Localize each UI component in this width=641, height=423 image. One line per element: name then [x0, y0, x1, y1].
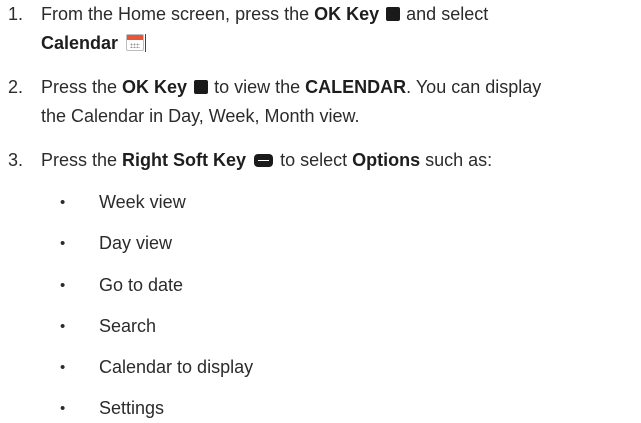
step-text-segment: the Calendar in Day, Week, Month view. — [41, 106, 360, 126]
step-text-segment: Press the — [41, 150, 123, 170]
bullet-icon: • — [60, 194, 66, 211]
step-text-segment: From the Home screen, press the — [41, 4, 315, 24]
bullet-icon: • — [60, 318, 66, 335]
option-label: Week view — [99, 192, 186, 212]
key-name: OK Key — [314, 4, 380, 24]
square-key-icon — [194, 80, 209, 94]
bullet-icon: • — [60, 235, 66, 252]
step-text: Press the OK Key to view the CALENDAR. Y… — [41, 73, 641, 131]
step-number: 1. — [8, 4, 24, 24]
step-text-segment: to view the — [214, 77, 306, 97]
target-name: Options — [352, 150, 421, 170]
option-label: Search — [99, 316, 157, 336]
list-item: • Go to date — [0, 271, 641, 300]
text-cursor — [145, 34, 147, 52]
calendar-app-icon — [126, 34, 145, 51]
step-text-segment: to select — [275, 150, 353, 170]
square-key-icon — [386, 7, 401, 21]
list-item: • Search — [0, 312, 641, 341]
app-name: Calendar — [41, 33, 119, 53]
list-item: • Calendar to display — [0, 353, 641, 382]
key-name: OK Key — [122, 77, 188, 97]
step-text-segment: . You can display — [406, 77, 542, 97]
bullet-icon: • — [60, 277, 66, 294]
step-text-segment: and select — [401, 4, 489, 24]
list-item: • Day view — [0, 229, 641, 258]
option-label: Day view — [99, 233, 173, 253]
step-text-segment: such as: — [420, 150, 493, 170]
bullet-icon: • — [60, 359, 66, 376]
step-number: 2. — [8, 77, 24, 97]
key-name: Right Soft Key — [122, 150, 247, 170]
list-item: • Settings — [0, 394, 641, 423]
soft-key-icon — [254, 154, 274, 167]
option-label: Settings — [99, 398, 165, 418]
step-text: Press the Right Soft Key to select Optio… — [41, 146, 641, 175]
bullet-icon: • — [60, 400, 66, 417]
step-text-segment: Press the — [41, 77, 123, 97]
step-number: 3. — [8, 150, 24, 170]
target-name: CALENDAR — [305, 77, 407, 97]
step-text: From the Home screen, press the OK Key a… — [41, 0, 641, 58]
list-item: • Week view — [0, 188, 641, 217]
option-label: Calendar to display — [99, 357, 254, 377]
option-label: Go to date — [99, 275, 184, 295]
